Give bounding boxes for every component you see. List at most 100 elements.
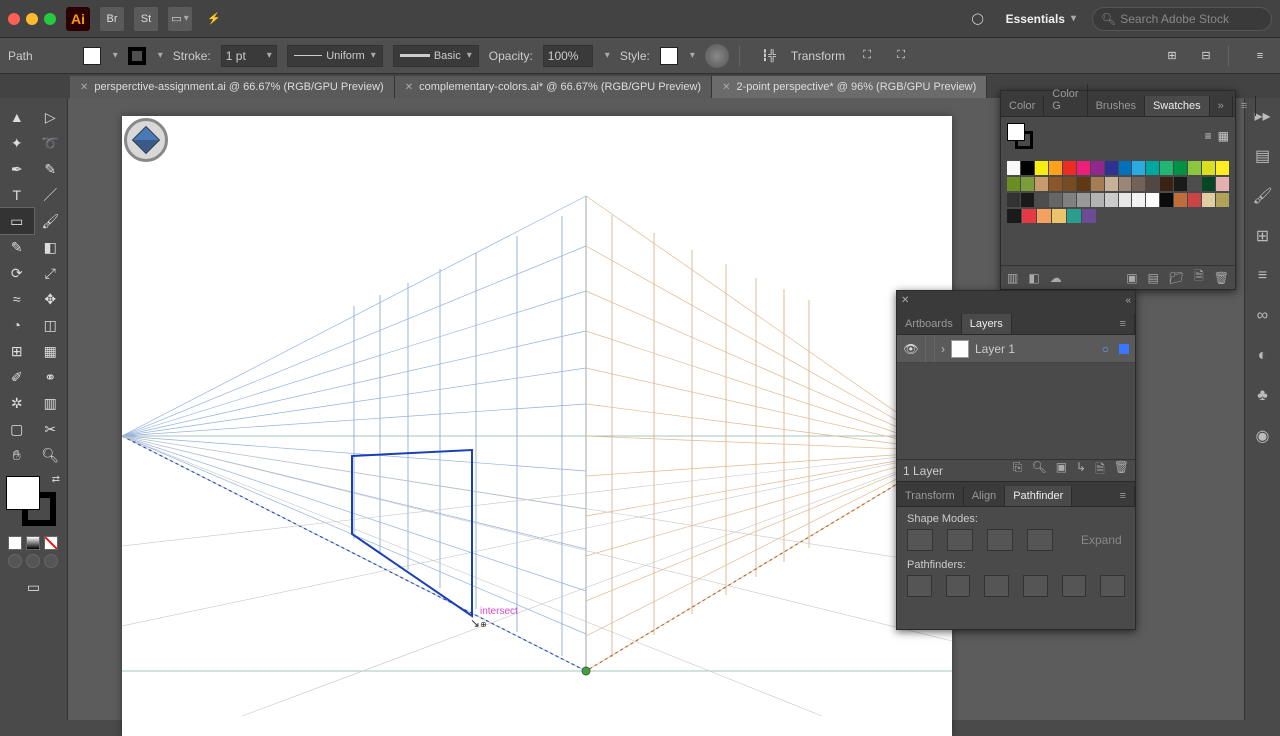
swatch-options-icon[interactable]: ☁: [1050, 271, 1062, 285]
swatch[interactable]: [1202, 193, 1215, 207]
tab-align[interactable]: Align: [964, 486, 1005, 506]
scale-tool[interactable]: ⤢: [34, 260, 68, 286]
layers-pathfinder-panel[interactable]: ✕« Artboards Layers ≡ 👁︎ › Layer 1 ○ 1 L…: [896, 290, 1136, 630]
lasso-tool[interactable]: ➰: [34, 130, 68, 156]
minus-back-button[interactable]: [1100, 575, 1125, 597]
swatch[interactable]: [1216, 193, 1229, 207]
column-graph-tool[interactable]: ▥: [34, 390, 68, 416]
swatch[interactable]: [1188, 161, 1201, 175]
type-tool[interactable]: T: [0, 182, 34, 208]
tab-layers[interactable]: Layers: [962, 314, 1012, 334]
exclude-button[interactable]: [1027, 529, 1053, 551]
tab-pathfinder[interactable]: Pathfinder: [1005, 486, 1072, 506]
swatch[interactable]: [1082, 209, 1096, 223]
new-folder-icon[interactable]: 📁︎: [1169, 271, 1184, 285]
outline-button[interactable]: [1062, 575, 1087, 597]
swatch[interactable]: [1077, 161, 1090, 175]
swatch[interactable]: [1105, 177, 1118, 191]
iso-left-icon[interactable]: ⛶: [855, 44, 879, 68]
tab-brushes[interactable]: Brushes: [1088, 96, 1145, 116]
style-swatch[interactable]: [660, 47, 678, 65]
swatch[interactable]: [1091, 193, 1104, 207]
unite-button[interactable]: [907, 529, 933, 551]
panel-stack-icon[interactable]: ⊟: [1194, 44, 1218, 68]
brush-dropdown[interactable]: Basic▾: [393, 45, 479, 67]
swatch[interactable]: [1174, 161, 1187, 175]
swatch[interactable]: [1105, 193, 1118, 207]
doc-tab-1[interactable]: ✕complementary-colors.ai* @ 66.67% (RGB/…: [395, 76, 712, 98]
stock-icon[interactable]: St: [134, 7, 158, 31]
close-icon[interactable]: ✕: [405, 82, 413, 93]
stroke-weight-input[interactable]: 1 pt▾: [221, 45, 277, 67]
grid-view-icon[interactable]: ▦: [1218, 129, 1229, 143]
artboard[interactable]: intersect ↘⊕: [122, 116, 952, 736]
swatch[interactable]: [1119, 161, 1132, 175]
swatch[interactable]: [1037, 209, 1051, 223]
clouds-icon[interactable]: ♣: [1251, 384, 1275, 408]
swatch-lib-icon[interactable]: ▥: [1007, 271, 1018, 285]
swatch[interactable]: [1022, 209, 1036, 223]
locate-icon[interactable]: ⎘: [1013, 460, 1023, 481]
doc-tab-0[interactable]: ✕persperctive-assignment.ai @ 66.67% (RG…: [70, 76, 395, 98]
swatch[interactable]: [1132, 177, 1145, 191]
swatch[interactable]: [1202, 177, 1215, 191]
delete-icon[interactable]: 🗑︎: [1214, 271, 1229, 285]
swatch[interactable]: [1049, 177, 1062, 191]
swatch[interactable]: [1091, 161, 1104, 175]
panel-menu-icon[interactable]: ≡: [1233, 96, 1256, 116]
curvature-tool[interactable]: ✎: [34, 156, 68, 182]
workspace-switcher[interactable]: Essentials▾: [1000, 12, 1082, 26]
swatch[interactable]: [1063, 193, 1076, 207]
panel-grid-icon[interactable]: ⊞: [1160, 44, 1184, 68]
swatch[interactable]: [1091, 177, 1104, 191]
swatch[interactable]: [1202, 161, 1215, 175]
swatch[interactable]: [1035, 177, 1048, 191]
swatch[interactable]: [1077, 193, 1090, 207]
close-icon[interactable]: ✕: [901, 295, 909, 306]
swatch[interactable]: [1063, 161, 1076, 175]
arrange-documents-icon[interactable]: ▭▾: [168, 7, 192, 31]
swatch[interactable]: [1216, 161, 1229, 175]
visibility-icon[interactable]: 👁︎: [903, 341, 919, 357]
swatch[interactable]: [1007, 177, 1020, 191]
swatch[interactable]: [1063, 177, 1076, 191]
tab-swatches[interactable]: Swatches: [1145, 96, 1210, 116]
gpu-icon[interactable]: ⚡: [202, 7, 226, 31]
panel-menu-icon[interactable]: ≡: [1248, 44, 1272, 68]
eraser-tool[interactable]: ◧: [34, 234, 68, 260]
layer-name[interactable]: Layer 1: [975, 342, 1015, 356]
swatch-kind-icon[interactable]: ◧: [1028, 271, 1039, 285]
swatch[interactable]: [1160, 161, 1173, 175]
libraries-icon[interactable]: ▤: [1251, 144, 1275, 168]
none-mode[interactable]: [44, 536, 58, 550]
search-icon[interactable]: 🔍︎: [1031, 460, 1046, 481]
swatch[interactable]: [1007, 193, 1020, 207]
gradient-mode[interactable]: [26, 536, 40, 550]
swatch[interactable]: [1188, 193, 1201, 207]
line-tool[interactable]: ／: [34, 182, 68, 208]
panel-menu-icon[interactable]: ≡: [1112, 314, 1135, 334]
pen-tool[interactable]: ✒: [0, 156, 34, 182]
screen-mode[interactable]: ▭: [11, 574, 57, 600]
plane-switch-widget[interactable]: [124, 118, 168, 162]
profile-dropdown[interactable]: Uniform▾: [287, 45, 383, 67]
new-swatch-icon[interactable]: ▤: [1148, 271, 1159, 285]
window-controls[interactable]: [8, 13, 56, 25]
align-icon[interactable]: ┇╬: [757, 44, 781, 68]
draw-normal[interactable]: [8, 554, 22, 568]
recolor-icon[interactable]: [705, 44, 729, 68]
close-window[interactable]: [8, 13, 20, 25]
swatch[interactable]: [1174, 177, 1187, 191]
swatch[interactable]: [1174, 193, 1187, 207]
tab-color[interactable]: Color: [1001, 96, 1044, 116]
fill-stroke-control[interactable]: ⇄: [6, 476, 56, 526]
panel-menu-icon[interactable]: ≡: [1112, 486, 1135, 506]
swatch[interactable]: [1007, 209, 1021, 223]
opacity-input[interactable]: 100%: [543, 45, 593, 67]
swatch[interactable]: [1132, 193, 1145, 207]
intersect-button[interactable]: [987, 529, 1013, 551]
selection-tool[interactable]: ▲: [0, 104, 34, 130]
swatch[interactable]: [1216, 177, 1229, 191]
target-icon[interactable]: ○: [1102, 342, 1109, 356]
symbols-icon[interactable]: ⊞: [1251, 224, 1275, 248]
